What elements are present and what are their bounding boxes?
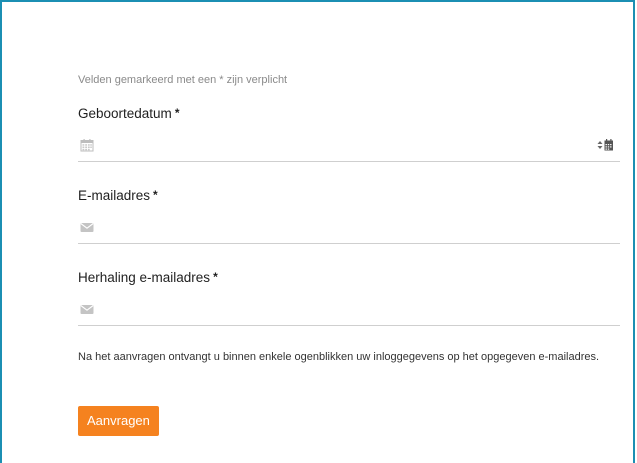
required-marker: * [153,188,158,202]
required-marker: * [174,106,180,120]
required-fields-note: Velden gemarkeerd met een * zijn verplic… [78,74,288,86]
repeat-email-label-text: Herhaling e-mailadres [78,270,211,285]
repeat-email-input[interactable] [100,295,584,325]
birthdate-input[interactable] [100,131,584,161]
submit-button[interactable]: Aanvragen [78,406,159,436]
repeat-email-input-row [78,295,620,326]
required-marker: * [213,270,218,284]
envelope-icon [80,305,94,314]
birthdate-label-text: Geboortedatum [78,106,172,121]
calendar-icon [80,139,94,152]
info-text: Na het aanvragen ontvangt u binnen enkel… [78,351,600,363]
email-label: E-mailadres * [78,188,158,203]
date-picker-toggle-icon[interactable] [596,138,614,152]
repeat-email-label: Herhaling e-mailadres * [78,270,218,285]
email-label-text: E-mailadres [78,188,151,203]
email-input[interactable] [100,213,584,243]
envelope-icon [80,223,94,232]
birthdate-input-row [78,131,620,162]
birthdate-label: Geboortedatum * [78,106,179,121]
email-input-row [78,213,620,244]
